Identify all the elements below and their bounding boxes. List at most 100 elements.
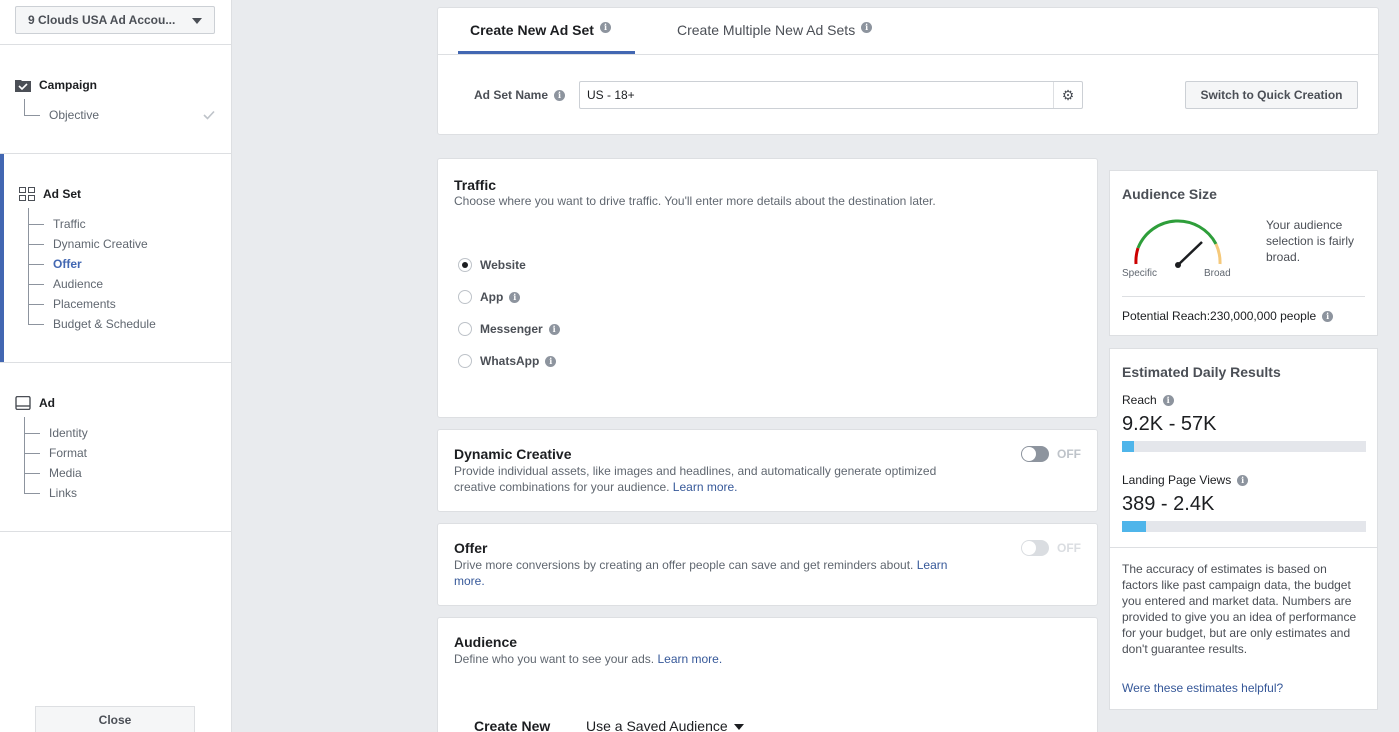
tree-line: [24, 453, 40, 454]
campaign-section: Campaign Objective: [0, 44, 231, 154]
radio-whatsapp[interactable]: WhatsApp i: [458, 354, 557, 368]
radio-label: WhatsApp: [480, 354, 540, 368]
tree-line: [28, 284, 44, 285]
offer-description: Drive more conversions by creating an of…: [454, 557, 994, 589]
gauge-specific-label: Specific: [1122, 268, 1158, 279]
toggle-switch[interactable]: [1021, 446, 1049, 462]
chevron-down-icon: [192, 18, 202, 24]
dynamic-creative-title: Dynamic Creative: [454, 446, 572, 462]
adset-name-input[interactable]: [579, 81, 1083, 109]
ad-header[interactable]: Ad: [15, 396, 55, 410]
ad-section: Ad Identity Format Media Links: [0, 362, 231, 532]
toggle-label: OFF: [1057, 541, 1081, 555]
divider: [1122, 296, 1365, 297]
adset-name-label: Ad Set Name i: [474, 88, 566, 102]
radio-icon[interactable]: [458, 354, 472, 368]
desc-text: Drive more conversions by creating an of…: [454, 558, 914, 572]
potential-reach: Potential Reach:230,000,000 people i: [1122, 309, 1334, 323]
sidebar-item-objective[interactable]: Objective: [49, 105, 219, 125]
dynamic-creative-card: Dynamic Creative Provide individual asse…: [437, 429, 1098, 512]
tab-label: Create New Ad Set: [470, 22, 594, 38]
offer-toggle[interactable]: OFF: [1021, 540, 1081, 556]
tab-underline: [458, 51, 635, 54]
account-name: 9 Clouds USA Ad Accou...: [28, 13, 176, 27]
adset-title: Ad Set: [43, 187, 82, 201]
info-icon[interactable]: i: [599, 22, 611, 33]
info-icon[interactable]: i: [1237, 474, 1249, 486]
tree-line: [24, 473, 40, 474]
reach-label: Reach i: [1122, 393, 1174, 407]
metric-label-text: Reach: [1122, 393, 1157, 407]
audience-title: Audience: [454, 634, 518, 650]
desc-text: Define who you want to see your ads.: [454, 652, 655, 666]
tree-line: [28, 244, 44, 245]
close-button[interactable]: Close: [35, 706, 195, 732]
adset-header[interactable]: Ad Set: [19, 187, 81, 201]
learn-more-link[interactable]: Learn more.: [657, 652, 722, 666]
divider: [1110, 547, 1377, 548]
info-icon[interactable]: i: [548, 323, 560, 335]
estimated-daily-results-panel: Estimated Daily Results Reach i 9.2K - 57…: [1109, 348, 1378, 710]
gear-icon[interactable]: ⚙: [1053, 82, 1082, 108]
radio-app[interactable]: App i: [458, 290, 521, 304]
estimates-note: The accuracy of estimates is based on fa…: [1122, 562, 1357, 656]
radio-icon[interactable]: [458, 290, 472, 304]
radio-label: Messenger: [480, 322, 543, 336]
switch-quick-creation-button[interactable]: Switch to Quick Creation: [1185, 81, 1358, 109]
ad-preview-icon: [15, 396, 31, 410]
campaign-header[interactable]: Campaign: [15, 78, 97, 92]
desc-text: creative combinations for your audience.: [454, 480, 670, 494]
daily-results-title: Estimated Daily Results: [1122, 364, 1281, 380]
field-label-text: Ad Set Name: [474, 88, 549, 102]
reach-bar-fill: [1122, 441, 1135, 452]
ad-title: Ad: [39, 396, 55, 410]
landing-page-views-bar: [1122, 521, 1366, 532]
tree-line: [28, 324, 44, 325]
folder-check-icon: [15, 80, 31, 92]
radio-selected-icon[interactable]: [458, 258, 472, 272]
grid-icon: [19, 187, 35, 201]
landing-page-views-value: 389 - 2.4K: [1122, 493, 1215, 515]
dynamic-creative-description: Provide individual assets, like images a…: [454, 463, 994, 495]
tab-label: Use a Saved Audience: [586, 718, 728, 732]
adset-section: Ad Set Traffic Dynamic Creative Offer Au…: [0, 153, 231, 363]
metric-label-text: Landing Page Views: [1122, 473, 1232, 487]
learn-more-link[interactable]: Learn more.: [673, 480, 738, 494]
tree-line: [24, 99, 25, 115]
traffic-title: Traffic: [454, 177, 497, 193]
audience-description: Define who you want to see your ads. Lea…: [454, 651, 722, 667]
info-icon[interactable]: i: [545, 355, 557, 367]
radio-website[interactable]: Website: [458, 258, 526, 272]
account-selector[interactable]: 9 Clouds USA Ad Accou...: [15, 6, 215, 34]
use-saved-audience-dropdown[interactable]: Use a Saved Audience: [586, 718, 744, 732]
toggle-label: OFF: [1057, 447, 1081, 461]
radio-icon[interactable]: [458, 322, 472, 336]
dynamic-creative-toggle[interactable]: OFF: [1021, 446, 1081, 462]
tree-line: [28, 264, 44, 265]
tree-line: [24, 417, 25, 493]
radio-label: Website: [480, 258, 526, 272]
audience-size-title: Audience Size: [1122, 186, 1217, 202]
tab-create-new-ad-set[interactable]: Create New Ad Set i: [470, 8, 611, 55]
info-icon[interactable]: i: [1162, 394, 1174, 406]
radio-label: App: [480, 290, 504, 304]
reach-value: 9.2K - 57K: [1122, 413, 1217, 435]
tab-create-new-audience[interactable]: Create New: [474, 718, 550, 732]
tree-line: [24, 493, 40, 494]
tree-line: [28, 304, 44, 305]
lpv-bar-fill: [1122, 521, 1147, 532]
gauge-broad-label: Broad: [1204, 268, 1231, 279]
audience-card: Audience Define who you want to see your…: [437, 617, 1098, 732]
tab-create-multiple-ad-sets[interactable]: Create Multiple New Ad Sets i: [677, 8, 873, 55]
radio-messenger[interactable]: Messenger i: [458, 322, 560, 336]
info-icon[interactable]: i: [554, 90, 566, 102]
estimates-helpful-link[interactable]: Were these estimates helpful?: [1122, 681, 1283, 695]
chevron-down-icon: [733, 724, 744, 731]
traffic-description: Choose where you want to drive traffic. …: [454, 194, 936, 208]
info-icon[interactable]: i: [1322, 310, 1334, 322]
reach-bar: [1122, 441, 1366, 452]
toggle-switch[interactable]: [1021, 540, 1049, 556]
gauge-icon: [1134, 219, 1222, 268]
info-icon[interactable]: i: [861, 22, 873, 33]
info-icon[interactable]: i: [509, 291, 521, 303]
